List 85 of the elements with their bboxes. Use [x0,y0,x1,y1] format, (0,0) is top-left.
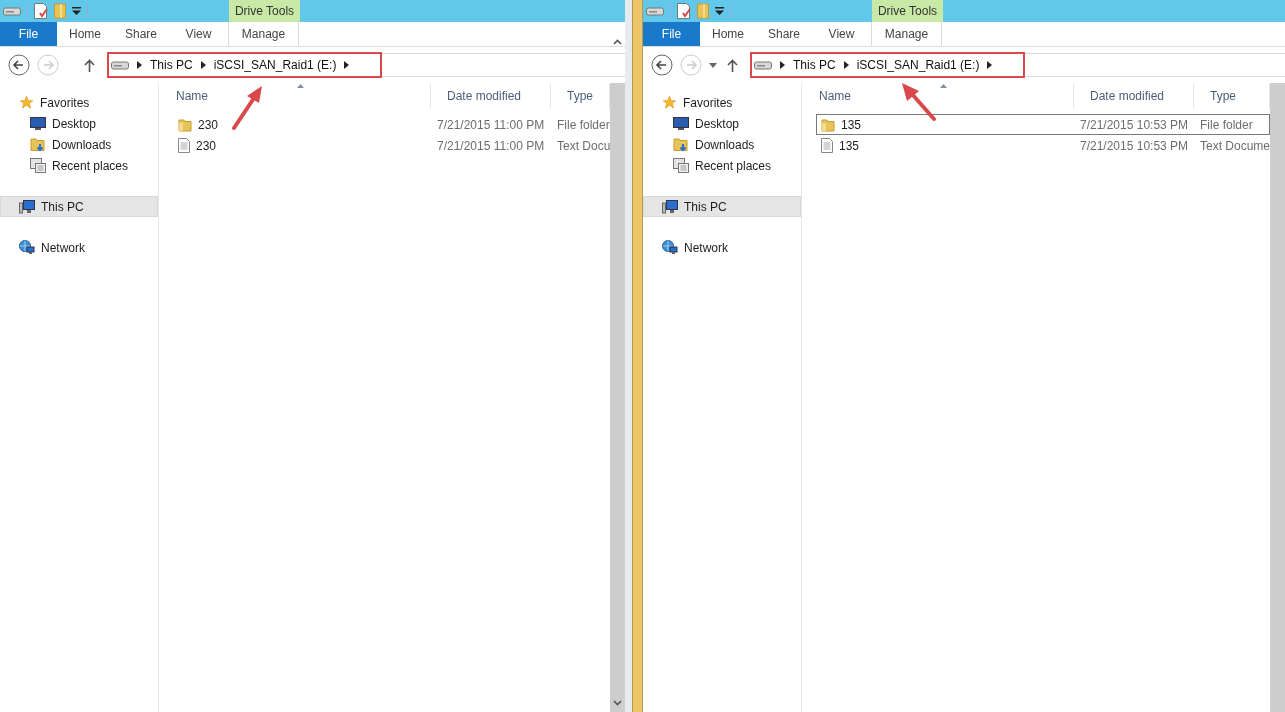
file-row[interactable]: 230 7/21/2015 11:00 PM File folder [173,114,610,135]
download-folder-icon [673,136,689,153]
file-name: 230 [196,137,217,155]
type-cell-text: Text Docume [1199,137,1271,155]
scroll-up-icon[interactable] [613,39,622,45]
column-header[interactable]: Date modified [1074,84,1194,108]
network-icon [19,240,35,255]
dropdown-icon[interactable] [715,7,724,15]
star-icon [19,95,34,110]
file-row[interactable]: 135 7/21/2015 10:53 PM Text Docume [816,135,1270,156]
breadcrumb-item[interactable]: iSCSI_SAN_Raid1 (E:) [856,56,980,74]
computer-icon [19,199,35,214]
file-row[interactable]: 230 7/21/2015 11:00 PM Text Docu [173,135,610,156]
back-button-icon[interactable] [651,54,673,76]
ribbon-tab[interactable]: Share [756,22,812,46]
chevron-right-icon [987,61,993,69]
sort-indicator-icon [940,84,947,88]
nav-item[interactable]: Downloads [0,134,158,155]
nav-item[interactable]: This PC [643,196,801,217]
vertical-scrollbar[interactable] [1270,83,1285,712]
file-name: 135 [839,137,860,155]
monitor-icon [30,117,46,130]
date-modified-cell-text: 7/21/2015 10:53 PM [1079,137,1190,155]
document-icon [178,138,190,153]
chevron-right-icon [780,61,785,69]
network-icon [662,240,678,255]
nav-item[interactable]: Desktop [0,113,158,134]
ribbon-tab[interactable]: Share [113,22,169,46]
drive-icon [646,6,664,16]
date-modified-cell-text: 7/21/2015 11:00 PM [436,116,546,134]
folder-icon [178,117,192,132]
monitor-icon [673,117,689,130]
nav-item[interactable]: This PC [0,196,158,217]
arrow-drawing [900,81,938,123]
ribbon-tab[interactable]: Home [57,22,113,46]
type-cell-text: File folder [1199,116,1253,134]
up-arrow-icon[interactable] [727,58,738,72]
recent-places-icon [30,158,46,173]
drive-icon [3,6,21,16]
chevron-right-icon [137,61,142,69]
document-icon [821,138,833,153]
file-tab[interactable]: File [643,22,700,46]
breadcrumb-item[interactable]: iSCSI_SAN_Raid1 (E:) [213,56,337,74]
nav-item[interactable]: Favorites [0,92,158,113]
type-cell-text: Text Docu [556,137,611,155]
nav-item[interactable]: Network [643,237,801,258]
folder-icon [821,117,835,132]
ribbon-tab[interactable]: View [812,22,871,46]
nav-item[interactable]: Recent places [643,155,801,176]
nav-item[interactable]: Downloads [643,134,801,155]
dropdown-icon[interactable] [72,7,81,15]
date-modified-cell-text: 7/21/2015 10:53 PM [1079,116,1190,134]
ribbon-tab[interactable]: View [169,22,228,46]
file-name: 135 [841,116,862,134]
nav-item[interactable]: Favorites [643,92,801,113]
star-icon [662,95,677,110]
properties-icon[interactable] [677,3,691,19]
drive-icon [111,60,129,70]
recent-locations-caret-icon[interactable] [709,62,717,68]
file-name: 230 [198,116,219,134]
up-arrow-icon[interactable] [84,58,95,72]
contextual-tab-group: Drive Tools [872,0,943,22]
computer-icon [662,199,678,214]
drive-icon [754,60,772,70]
date-modified-cell-text: 7/21/2015 11:00 PM [436,137,546,155]
breadcrumb-item[interactable]: This PC [793,56,836,74]
breadcrumb-item[interactable]: This PC [150,56,193,74]
file-tab[interactable]: File [0,22,57,46]
scroll-down-icon[interactable] [613,700,622,706]
chevron-right-icon [344,61,350,69]
ribbon-tab[interactable]: Home [700,22,756,46]
nav-item[interactable]: Network [0,237,158,258]
type-cell-text: File folder [556,116,610,134]
column-header[interactable]: Date modified [431,84,551,108]
chevron-right-icon [843,61,849,69]
back-button-icon[interactable] [8,54,30,76]
properties-icon[interactable] [34,3,48,19]
recent-places-icon [673,158,689,173]
download-folder-icon [30,136,46,153]
contextual-tab-group: Drive Tools [229,0,300,22]
file-row[interactable]: 135 7/21/2015 10:53 PM File folder [816,114,1270,135]
chevron-right-icon [200,61,206,69]
nav-item[interactable]: Recent places [0,155,158,176]
sort-indicator-icon [297,84,304,88]
nav-item[interactable]: Desktop [643,113,801,134]
